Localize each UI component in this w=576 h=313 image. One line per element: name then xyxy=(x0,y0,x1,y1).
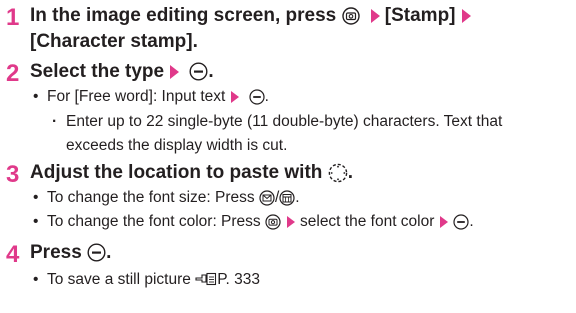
step-heading: Adjust the location to paste with . xyxy=(30,161,353,185)
bullet-font-size: To change the font size: Press / . xyxy=(33,188,300,208)
multi-direction-key-icon xyxy=(328,163,347,183)
step-heading: In the image editing screen, press [Stam… xyxy=(30,4,476,28)
center-key-icon xyxy=(87,243,106,262)
step-text: In the image editing screen, press xyxy=(30,5,337,26)
step-period: . xyxy=(347,162,353,183)
step-heading-line-2: [Character stamp]. xyxy=(30,30,198,54)
arrow-right-icon xyxy=(170,64,180,79)
schedule-key-icon xyxy=(279,190,295,206)
page-reference-link[interactable]: P. 333 xyxy=(217,271,260,288)
arrow-right-icon xyxy=(440,215,449,228)
step-text: Select the type xyxy=(30,61,165,82)
step-period: . xyxy=(208,61,214,82)
step-heading: Select the type . xyxy=(30,60,214,84)
bullet-text: To save a still picture xyxy=(47,271,191,288)
bullet-save-still-picture: To save a still picture P. 333 xyxy=(33,270,260,290)
center-key-icon xyxy=(453,214,470,230)
step-period: . xyxy=(106,242,112,263)
center-key-icon xyxy=(249,89,265,105)
bullet-text: To change the font size: Press xyxy=(47,189,255,206)
menu-stamp: [Stamp] xyxy=(384,5,456,26)
mail-key-icon xyxy=(259,190,275,206)
sub-note-character-limit: Enter up to 22 single-byte (11 double-by… xyxy=(52,110,559,158)
step-heading: Press . xyxy=(30,241,111,265)
reference-icon[interactable] xyxy=(195,272,217,287)
bullet-text: To change the font color: Press xyxy=(47,213,261,230)
arrow-right-icon xyxy=(231,90,240,103)
step-number: 4 xyxy=(6,241,20,268)
step-number: 3 xyxy=(6,161,20,188)
step-text: Adjust the location to paste with xyxy=(30,162,323,183)
arrow-right-icon xyxy=(287,215,295,228)
menu-character-stamp: [Character stamp]. xyxy=(30,31,198,52)
step-number: 2 xyxy=(6,60,20,87)
camera-key-icon xyxy=(341,7,360,25)
step-text: Press xyxy=(30,242,82,263)
bullet-free-word: For [Free word]: Input text . xyxy=(33,87,269,107)
bullet-font-color: To change the font color: Press select t… xyxy=(33,212,474,232)
arrow-right-icon xyxy=(370,8,380,23)
camera-key-icon xyxy=(265,214,281,230)
bullet-text: For [Free word]: Input text xyxy=(47,88,226,105)
bullet-period: . xyxy=(469,213,474,230)
arrow-right-icon xyxy=(461,8,471,23)
step-number: 1 xyxy=(6,4,20,31)
bullet-text: select the font color xyxy=(300,213,435,230)
center-key-icon xyxy=(189,62,208,81)
sub-note-text: Enter up to 22 single-byte (11 double-by… xyxy=(66,113,503,154)
bullet-period: . xyxy=(295,189,300,206)
